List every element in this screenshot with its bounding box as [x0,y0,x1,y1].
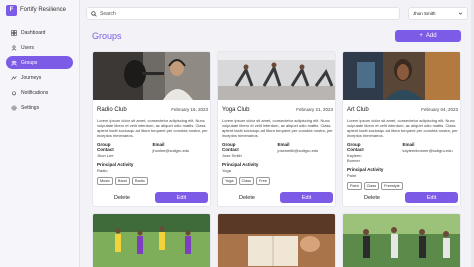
group-card-soccer [92,213,211,267]
sidebar-item-label: Groups [21,59,38,66]
tag[interactable]: Band [114,177,130,185]
tag-list: Paint Class Freestyle [347,182,458,190]
delete-button[interactable]: Delete [222,195,272,201]
edit-button[interactable]: Edit [155,192,208,203]
group-photo-radio [93,52,210,100]
sidebar-item-journeys[interactable]: Journeys [6,71,73,84]
card-title: Yoga Club [222,107,250,113]
sidebar-item-settings[interactable]: Settings [6,101,73,114]
delete-button[interactable]: Delete [97,195,147,201]
card-actions: Delete Edit [347,192,458,203]
plus-icon: + [419,33,423,39]
email-value: jhonlee@sutigru.edu [152,148,190,153]
group-photo-soccer [93,214,210,267]
journeys-icon [11,75,17,80]
sidebar-item-users[interactable]: Users [6,41,73,54]
page-title: Groups [92,31,122,41]
card-date: February 04, 2023 [421,107,458,112]
add-group-button[interactable]: + Add [395,30,461,42]
tag[interactable]: Paint [347,182,362,190]
email-label: Email [152,142,165,147]
tag[interactable]: Class [238,177,255,185]
brand[interactable]: F Fortify Resilience [0,0,79,20]
principal-activity-label: Principal Activity [97,162,134,167]
group-card-running [342,213,461,267]
sidebar-item-label: Journeys [21,74,42,81]
principal-activity-label: Principal Activity [347,167,384,172]
group-contact-label: Group Contact [347,142,364,152]
card-description: Lorem ipsum dolor sit amet, consectetur … [97,118,208,138]
group-card-yoga-club: Yoga Club February 21, 2023 Lorem ipsum … [217,51,336,207]
group-photo-yoga [218,52,335,100]
sidebar-item-label: Users [21,44,35,51]
sidebar-item-label: Settings [21,104,40,111]
card-title: Art Club [347,107,369,113]
group-photo-running [343,214,460,267]
principal-activity-value: Radio [97,168,108,173]
dashboard-icon [11,29,17,36]
delete-button[interactable]: Delete [347,195,397,201]
principal-activity-value: Paint [347,173,357,178]
edit-button[interactable]: Edit [405,192,458,203]
main-content: Jhon Smith Groups + Add [81,0,474,267]
card-body: Yoga Club February 21, 2023 Lorem ipsum … [218,100,335,185]
bell-icon [12,90,16,96]
card-actions: Delete Edit [222,192,333,203]
tag[interactable]: Free [256,177,270,185]
group-card-reading [217,213,336,267]
card-description: Lorem ipsum dolor sit amet, consectetur … [347,118,458,138]
user-menu[interactable]: Jhon Smith [408,7,468,20]
principal-activity-label: Principal Activity [222,162,259,167]
group-contact-value: Jose Smith [222,153,242,158]
card-body: Art Club February 04, 2023 Lorem ipsum d… [343,100,460,190]
tag-list: Yoga Class Free [222,177,333,185]
group-contact-label: Group Contact [222,142,239,152]
tag-list: Music Band Radio [97,177,208,185]
chevron-down-icon [458,12,463,15]
group-card-radio-club: Radio Club February 16, 2023 Lorem ipsum… [92,51,211,207]
tag[interactable]: Yoga [222,177,237,185]
search-input[interactable] [100,10,380,17]
sidebar-item-dashboard[interactable]: Dashboard [6,26,73,39]
search-bar[interactable] [86,7,400,20]
email-value: kayleenbonner@sutigru.edu [402,148,453,153]
group-contact-value: Jhon Lee [97,153,114,158]
card-date: February 21, 2023 [296,107,333,112]
card-actions: Delete Edit [97,192,208,203]
card-date: February 16, 2023 [171,107,208,112]
sidebar: F Fortify Resilience Dashboard Users Gro… [0,0,80,267]
group-photo-art [343,52,460,100]
email-value: josesmith@sutigru.edu [277,148,319,153]
gear-icon [11,104,17,111]
edit-button[interactable]: Edit [280,192,333,203]
card-description: Lorem ipsum dolor sit amet, consectetur … [222,118,333,138]
tag[interactable]: Freestyle [381,182,403,190]
group-contact-label: Group Contact [97,142,114,152]
tag[interactable]: Radio [131,177,148,185]
sidebar-item-label: Notifications [21,89,49,96]
group-card-art-club: Art Club February 04, 2023 Lorem ipsum d… [342,51,461,207]
email-label: Email [277,142,290,147]
sidebar-nav: Dashboard Users Groups Journeys Notifica… [0,26,79,114]
sidebar-item-notifications[interactable]: Notifications [6,86,73,99]
groups-icon [11,60,17,66]
sidebar-item-label: Dashboard [21,29,46,36]
email-label: Email [402,142,415,147]
users-icon [11,44,17,51]
tag[interactable]: Class [363,182,380,190]
brand-logo-icon: F [6,4,17,16]
card-body: Radio Club February 16, 2023 Lorem ipsum… [93,100,210,185]
search-icon [91,10,97,17]
principal-activity-value: Yoga [222,168,231,173]
brand-name: Fortify Resilience [20,7,67,13]
group-photo-reading [218,214,335,267]
card-title: Radio Club [97,107,127,113]
topbar: Jhon Smith [86,7,468,20]
group-contact-value: Kayleen Bonner [347,153,362,163]
user-name: Jhon Smith [413,11,436,16]
add-button-label: Add [425,33,437,39]
sidebar-item-groups[interactable]: Groups [6,56,73,69]
tag[interactable]: Music [97,177,113,185]
